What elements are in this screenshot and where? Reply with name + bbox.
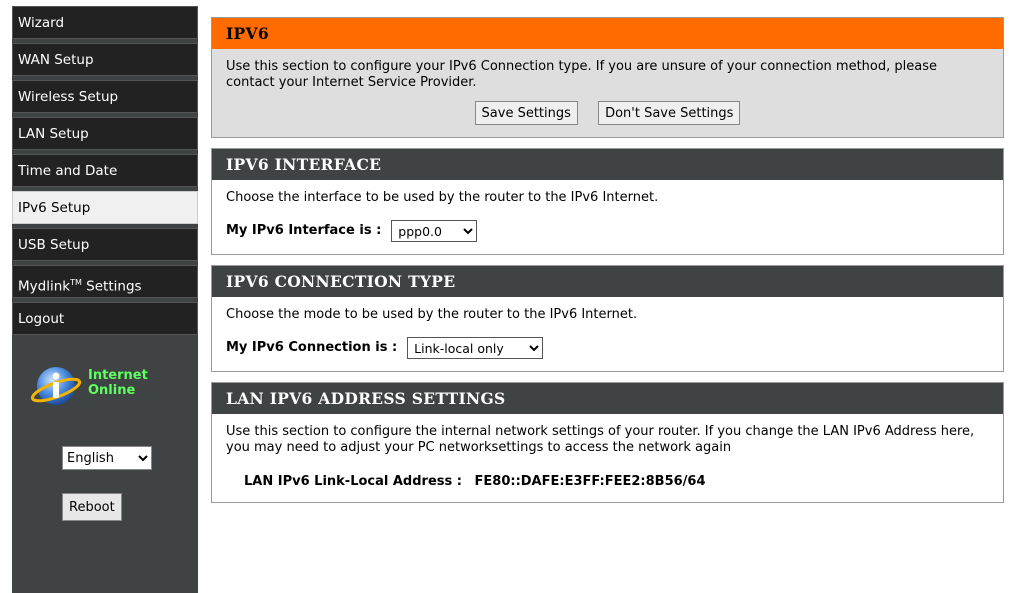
ipv6-connection-section: IPV6 CONNECTION TYPE Choose the mode to …: [211, 265, 1004, 372]
sidebar-item-label: Logout: [18, 311, 65, 327]
ipv6-section-title: IPV6: [212, 18, 1003, 49]
ipv6-connection-row: My IPv6 Connection is : Link-local only: [226, 337, 989, 359]
lan-ipv6-title: LAN IPV6 ADDRESS SETTINGS: [212, 383, 1003, 414]
sidebar-item-wizard[interactable]: Wizard: [12, 6, 198, 39]
sidebar-item-label: Time and Date: [18, 163, 118, 179]
ipv6-connection-description: Choose the mode to be used by the router…: [226, 307, 638, 322]
dont-save-settings-button[interactable]: Don't Save Settings: [598, 101, 741, 125]
sidebar-item-wireless-setup[interactable]: Wireless Setup: [12, 80, 198, 113]
ipv6-description: Use this section to configure your IPv6 …: [226, 59, 937, 90]
ipv6-button-row: Save Settings Don't Save Settings: [226, 101, 989, 125]
lan-ipv6-address-row: LAN IPv6 Link-Local Address : FE80::DAFE…: [244, 474, 989, 490]
lan-ipv6-section: LAN IPV6 ADDRESS SETTINGS Use this secti…: [211, 382, 1004, 503]
lan-ipv6-address-label: LAN IPv6 Link-Local Address :: [244, 474, 462, 489]
ipv6-connection-select[interactable]: Link-local only: [407, 337, 544, 359]
lan-ipv6-body: Use this section to configure the intern…: [212, 414, 1003, 502]
ipv6-interface-select[interactable]: ppp0.0: [391, 220, 478, 242]
sidebar-item-ipv6-setup[interactable]: IPv6 Setup: [12, 191, 198, 224]
ipv6-interface-row: My IPv6 Interface is : ppp0.0: [226, 220, 989, 242]
ipv6-interface-label: My IPv6 Interface is :: [226, 223, 382, 238]
sidebar-item-label: USB Setup: [18, 237, 90, 253]
sidebar: Wizard WAN Setup Wireless Setup LAN Setu…: [12, 6, 198, 593]
ipv6-section-body: Use this section to configure your IPv6 …: [212, 49, 1003, 137]
lan-ipv6-address-value: FE80::DAFE:E3FF:FEE2:8B56/64: [474, 474, 706, 489]
info-globe-icon: [30, 367, 82, 405]
main-content: IPV6 Use this section to configure your …: [211, 17, 1004, 513]
sidebar-item-lan-setup[interactable]: LAN Setup: [12, 117, 198, 150]
status-line-online: Online: [88, 383, 136, 398]
status-line-internet: Internet: [88, 368, 148, 383]
sidebar-item-logout[interactable]: Logout: [12, 302, 198, 335]
sidebar-item-mydlink-settings[interactable]: MydlinkTM Settings: [12, 265, 198, 298]
ipv6-section: IPV6 Use this section to configure your …: [211, 17, 1004, 138]
sidebar-item-label: LAN Setup: [18, 126, 89, 142]
sidebar-item-label: IPv6 Setup: [18, 200, 91, 216]
sidebar-item-label: WAN Setup: [18, 52, 94, 68]
sidebar-item-label: Wireless Setup: [18, 89, 119, 105]
sidebar-item-time-and-date[interactable]: Time and Date: [12, 154, 198, 187]
ipv6-connection-body: Choose the mode to be used by the router…: [212, 297, 1003, 371]
save-settings-button[interactable]: Save Settings: [474, 101, 578, 125]
sidebar-item-label-suffix: Settings: [81, 278, 142, 295]
ipv6-interface-title: IPV6 INTERFACE: [212, 149, 1003, 180]
ipv6-connection-label: My IPv6 Connection is :: [226, 340, 398, 355]
trademark-sup: TM: [70, 278, 82, 287]
sidebar-item-label: Wizard: [18, 15, 65, 31]
sidebar-item-label: Mydlink: [18, 278, 71, 295]
ipv6-interface-description: Choose the interface to be used by the r…: [226, 190, 659, 205]
sidebar-item-usb-setup[interactable]: USB Setup: [12, 228, 198, 261]
internet-status: Internet Online: [30, 363, 190, 409]
language-select[interactable]: English: [62, 446, 152, 470]
ipv6-interface-body: Choose the interface to be used by the r…: [212, 180, 1003, 254]
ipv6-connection-title: IPV6 CONNECTION TYPE: [212, 266, 1003, 297]
lan-ipv6-description: Use this section to configure the intern…: [226, 424, 975, 455]
reboot-button[interactable]: Reboot: [62, 493, 122, 521]
ipv6-interface-section: IPV6 INTERFACE Choose the interface to b…: [211, 148, 1004, 255]
sidebar-item-wan-setup[interactable]: WAN Setup: [12, 43, 198, 76]
